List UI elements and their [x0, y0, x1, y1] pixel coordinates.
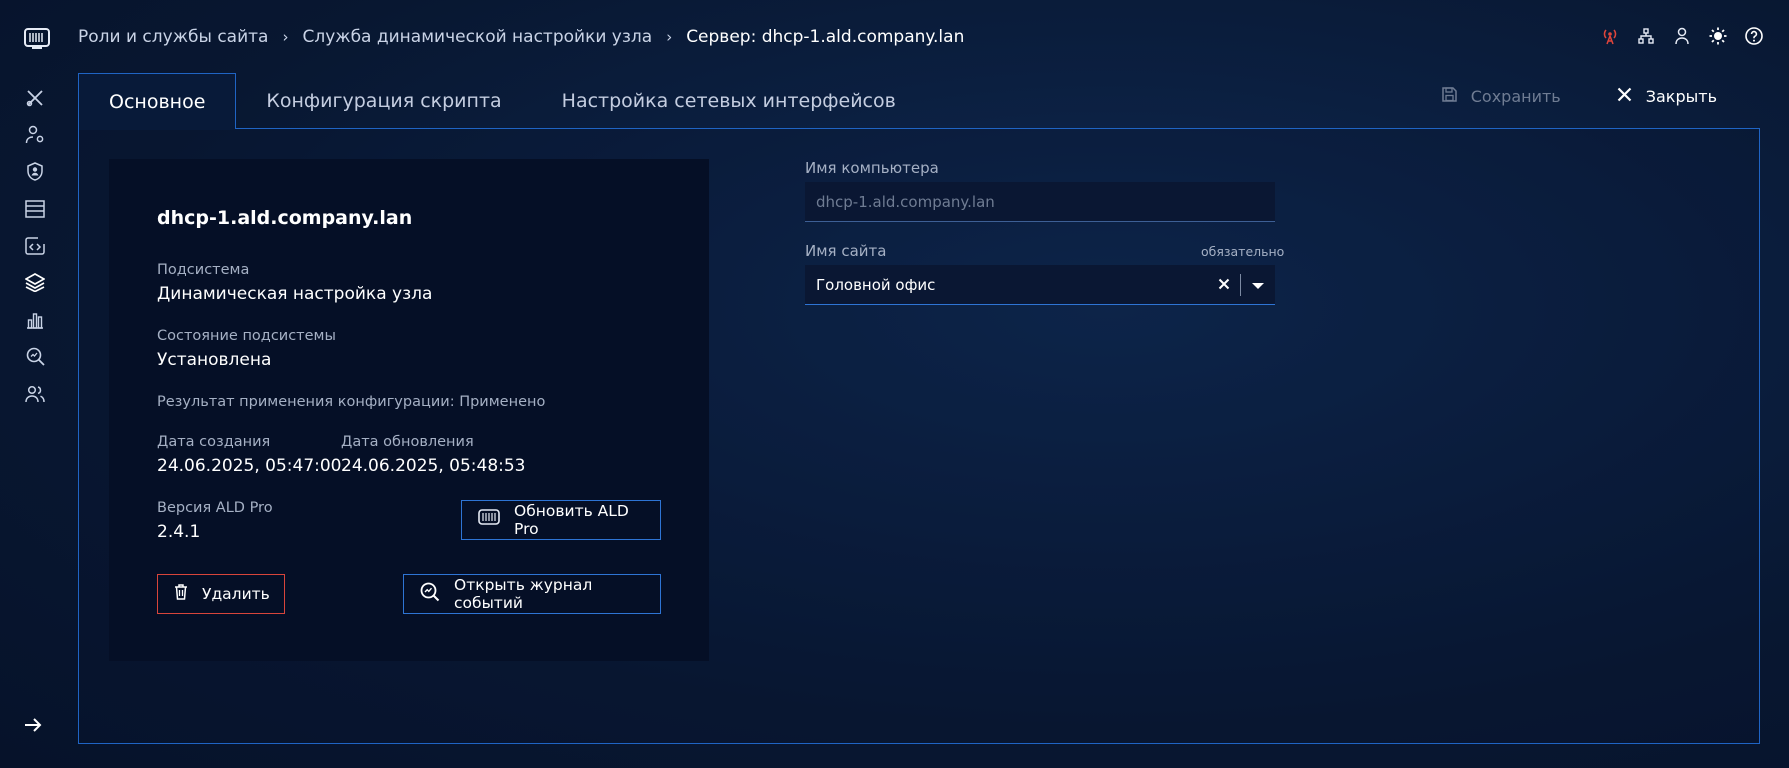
version-value: 2.4.1 — [157, 522, 201, 542]
user-icon[interactable] — [1673, 27, 1691, 45]
help-icon[interactable] — [1745, 27, 1763, 45]
created-date-label: Дата создания — [157, 434, 271, 450]
subsystem-label: Подсистема — [157, 262, 250, 278]
search-analytics-icon — [420, 582, 440, 606]
save-icon — [1441, 87, 1457, 106]
layers-icon[interactable] — [24, 273, 46, 292]
open-event-log-button[interactable]: Открыть журнал событий — [403, 574, 661, 614]
update-button-label: Обновить ALD Pro — [514, 502, 629, 538]
close-button[interactable]: Закрыть — [1617, 87, 1717, 106]
app-logo-icon[interactable] — [24, 28, 50, 50]
tab-script-config[interactable]: Конфигурация скрипта — [236, 73, 531, 129]
ald-pro-logo-icon — [478, 509, 500, 531]
tools-icon[interactable] — [24, 88, 46, 107]
code-icon[interactable] — [24, 236, 46, 255]
tab-bar: Основное Конфигурация скрипта Настройка … — [78, 73, 926, 130]
sidebar-nav — [24, 88, 46, 403]
sun-icon[interactable] — [1709, 27, 1727, 45]
chevron-right-icon: › — [666, 28, 673, 46]
server-title: dhcp-1.ald.company.lan — [157, 207, 413, 229]
breadcrumb-current: Сервер: dhcp-1.ald.company.lan — [686, 27, 965, 47]
created-date-value: 24.06.2025, 05:47:00 — [157, 456, 342, 476]
server-info-card: dhcp-1.ald.company.lan Подсистема Динами… — [109, 159, 709, 661]
save-button[interactable]: Сохранить — [1441, 87, 1561, 106]
search-analytics-icon[interactable] — [24, 347, 46, 366]
version-label: Версия ALD Pro — [157, 500, 273, 516]
computer-name-field[interactable]: dhcp-1.ald.company.lan — [805, 182, 1275, 222]
delete-button-label: Удалить — [202, 585, 270, 603]
select-controls — [1218, 265, 1265, 305]
tab-network-interfaces[interactable]: Настройка сетевых интерфейсов — [532, 73, 926, 129]
updated-date-label: Дата обновления — [341, 434, 474, 450]
server-icon[interactable] — [24, 199, 46, 218]
close-icon — [1617, 87, 1632, 106]
user-badge-icon[interactable] — [24, 162, 46, 181]
breadcrumb-item-dhcp-service[interactable]: Служба динамической настройки узла — [302, 27, 652, 47]
state-label: Состояние подсистемы — [157, 328, 336, 344]
config-result-text: Результат применения конфигурации: Приме… — [157, 394, 546, 410]
clear-icon[interactable] — [1218, 276, 1230, 294]
antenna-icon[interactable] — [1601, 27, 1619, 45]
users-icon[interactable] — [24, 384, 46, 403]
user-settings-icon[interactable] — [24, 125, 46, 144]
chevron-down-icon[interactable] — [1251, 276, 1265, 294]
hierarchy-icon[interactable] — [1637, 27, 1655, 45]
update-ald-pro-button[interactable]: Обновить ALD Pro — [461, 500, 661, 540]
bar-chart-icon[interactable] — [24, 310, 46, 329]
event-log-button-label: Открыть журнал событий — [454, 576, 593, 612]
select-divider — [1240, 274, 1241, 296]
breadcrumb-item-roles[interactable]: Роли и службы сайта — [78, 27, 268, 47]
computer-name-placeholder: dhcp-1.ald.company.lan — [816, 192, 995, 211]
state-value: Установлена — [157, 350, 272, 370]
site-name-label: Имя сайта — [805, 242, 887, 260]
panel-actions: Сохранить Закрыть — [1441, 87, 1717, 106]
site-name-value: Головной офис — [816, 275, 936, 294]
delete-button[interactable]: Удалить — [157, 574, 285, 614]
required-hint: обязательно — [1201, 244, 1285, 259]
breadcrumb: Роли и службы сайта › Служба динамическо… — [78, 27, 964, 47]
chevron-right-icon: › — [282, 28, 289, 46]
tab-general[interactable]: Основное — [78, 73, 237, 130]
expand-sidebar-arrow-icon[interactable] — [22, 714, 44, 736]
save-label: Сохранить — [1470, 87, 1561, 106]
updated-date-value: 24.06.2025, 05:48:53 — [341, 456, 526, 476]
close-label: Закрыть — [1645, 87, 1717, 106]
subsystem-value: Динамическая настройка узла — [157, 284, 433, 304]
trash-icon — [174, 584, 188, 604]
site-name-select[interactable]: Головной офис — [805, 265, 1275, 305]
computer-name-label: Имя компьютера — [805, 159, 939, 177]
header-toolbar — [1601, 27, 1763, 45]
